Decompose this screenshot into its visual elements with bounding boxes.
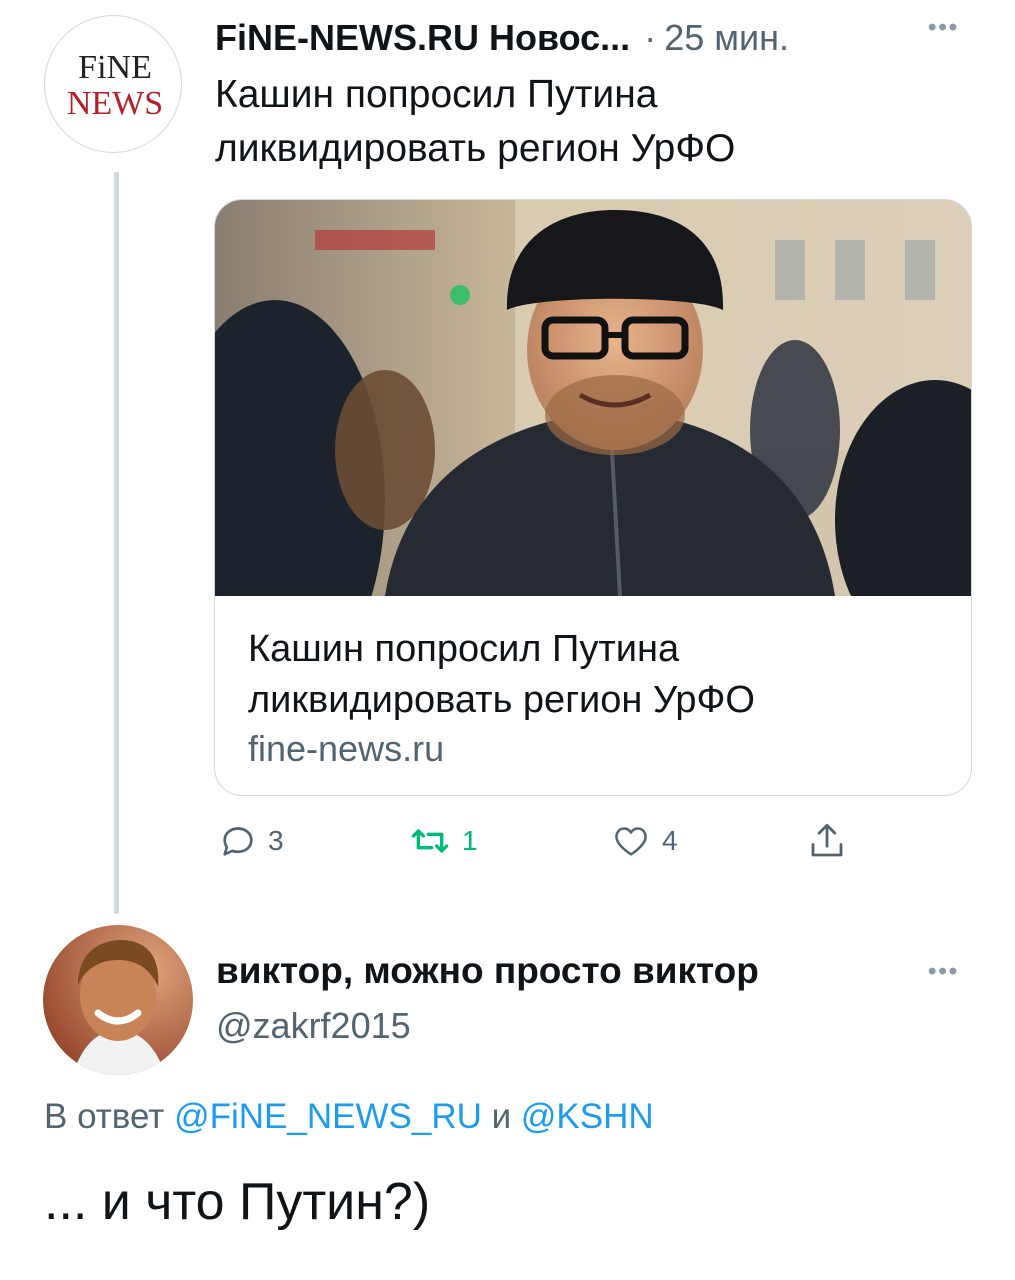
share-icon [811, 823, 843, 857]
author-name[interactable]: FiNE-NEWS.RU Новос... [215, 17, 630, 59]
author-avatar[interactable]: FiNE NEWS [44, 15, 182, 153]
reply-and: и [491, 1097, 512, 1136]
separator-dot: · [644, 17, 657, 58]
card-domain: fine-news.ru [248, 728, 445, 769]
reply-button[interactable]: 3 [218, 815, 284, 867]
logo-line1: FiNE [78, 49, 152, 86]
card-image [215, 200, 971, 596]
like-count: 4 [662, 825, 678, 856]
thread-line [114, 172, 119, 914]
fine-news-logo-icon: FiNE NEWS [67, 49, 163, 122]
mention-fine-news[interactable]: @FiNE_NEWS_RU [174, 1097, 482, 1136]
reply-count: 3 [268, 825, 284, 856]
card-title: Кашин попросил Путина ликвидировать реги… [248, 628, 755, 721]
like-button[interactable]: 4 [610, 815, 678, 867]
reply-more-options-icon[interactable]: ••• [928, 958, 959, 986]
replying-to: В ответ @FiNE_NEWS_RU и @KSHN [44, 1097, 654, 1137]
tweet-text: Кашин попросил Путина ликвидировать реги… [215, 73, 736, 170]
avatar-photo [43, 925, 193, 1075]
reply-author-handle[interactable]: @zakrf2015 [216, 1005, 411, 1047]
more-options-icon[interactable]: ••• [928, 14, 959, 42]
reply-author-avatar[interactable] [43, 925, 193, 1075]
logo-line2: NEWS [67, 85, 163, 122]
tweet-time[interactable]: 25 мин. [664, 17, 789, 59]
reply-author-name[interactable]: виктор, можно просто виктор [216, 950, 759, 992]
tweet-header: FiNE-NEWS.RU Новос... · 25 мин. [215, 12, 789, 64]
heart-icon [615, 827, 647, 856]
reply-prefix: В ответ [44, 1097, 165, 1136]
share-button[interactable] [806, 815, 848, 867]
link-card[interactable]: Кашин попросил Путина ликвидировать реги… [214, 199, 972, 796]
retweet-button[interactable]: 1 [408, 815, 478, 867]
retweet-icon [411, 829, 449, 853]
reply-icon [223, 827, 253, 856]
retweet-count: 1 [462, 825, 478, 856]
reply-text: ... и что Путин?) [44, 1173, 431, 1231]
mention-kshn[interactable]: @KSHN [521, 1097, 654, 1136]
